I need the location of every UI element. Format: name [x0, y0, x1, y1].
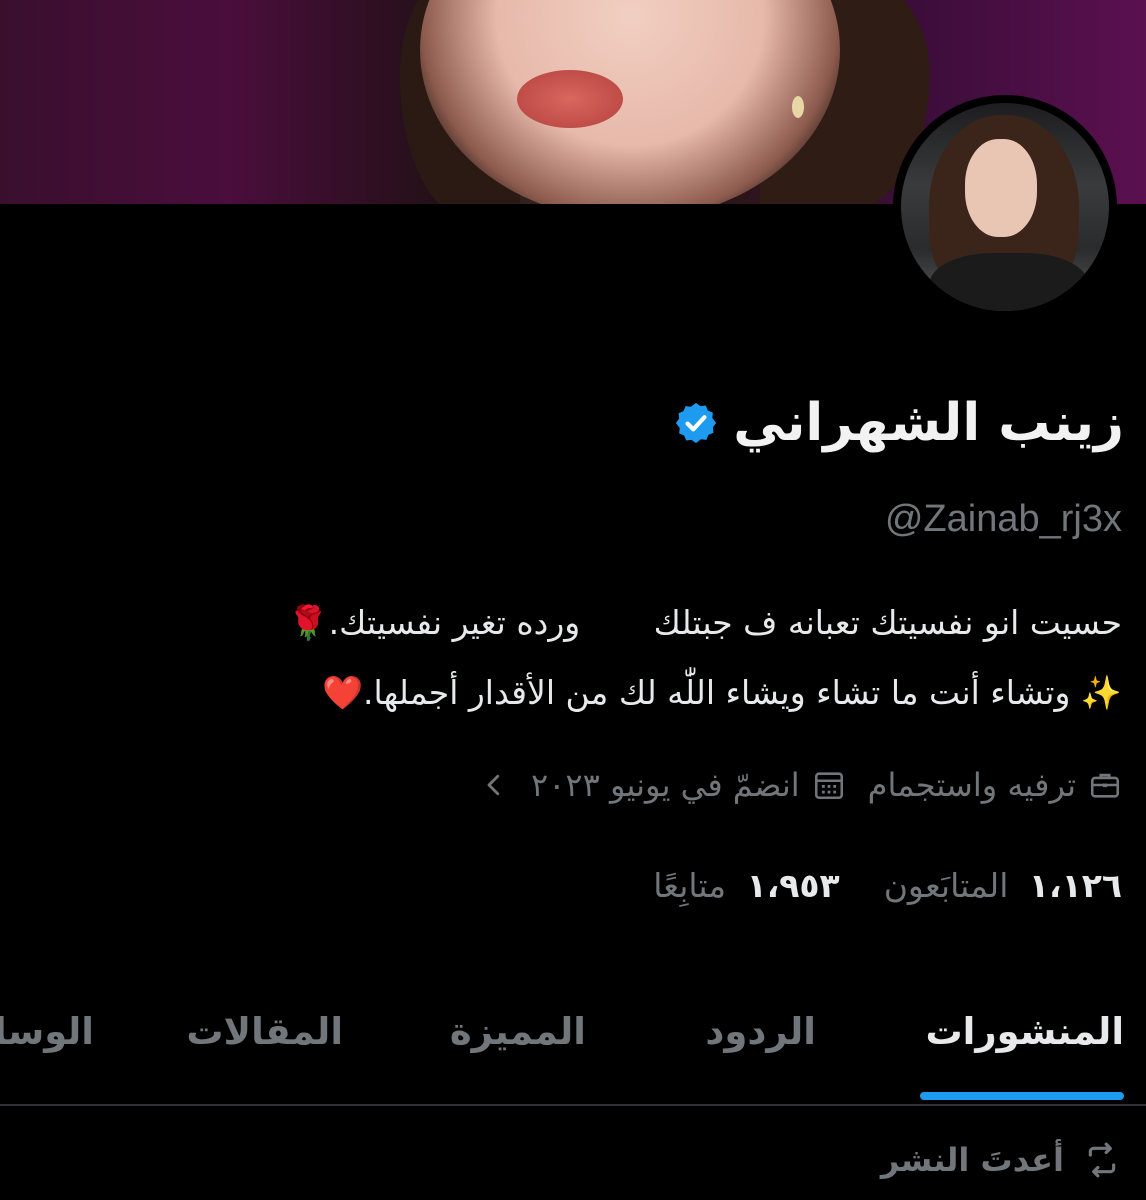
profile-meta: ترفيه واستجمام انضمّ في يونيو ٢٠٢٣ [479, 766, 1122, 804]
followers-link[interactable]: ١،١٢٦ المتابَعون [884, 866, 1122, 905]
follow-stats: ١،١٢٦ المتابَعون ١،٩٥٣ متابِعًا [653, 866, 1122, 905]
banner-earring [792, 96, 804, 118]
repost-context: أعدتَ النشر [881, 1140, 1122, 1180]
joined-item: انضمّ في يونيو ٢٠٢٣ [531, 766, 846, 804]
bio-line-1: حسيت انو نفسيتك تعبانه ف جبتلك ورده تغير… [287, 603, 1122, 642]
category-item: ترفيه واستجمام [868, 766, 1122, 804]
avatar-face [965, 139, 1037, 237]
followers-label: المتابَعون [883, 866, 1009, 905]
name-row: زينب الشهراني [673, 388, 1124, 458]
verified-badge-icon[interactable] [673, 400, 719, 446]
calendar-icon [814, 772, 843, 800]
following-label: متابِعًا [653, 866, 727, 905]
chevron-left-icon[interactable] [479, 768, 509, 802]
tab-articles[interactable]: المقالات [186, 1010, 343, 1053]
tab-replies[interactable]: الردود [705, 1010, 816, 1053]
joined-label: انضمّ في يونيو ٢٠٢٣ [531, 766, 800, 804]
tabs-divider [0, 1104, 1146, 1106]
active-tab-indicator [920, 1092, 1124, 1100]
bio-line-2: ✨ وتشاء أنت ما تشاء ويشاء اللّٰه لك من ا… [321, 673, 1122, 712]
profile-handle: @Zainab_rj3x [884, 498, 1122, 540]
avatar-photo [901, 103, 1109, 311]
following-link[interactable]: ١،٩٥٣ متابِعًا [653, 866, 839, 905]
profile-bio: حسيت انو نفسيتك تعبانه ف جبتلك ورده تغير… [22, 588, 1122, 728]
repost-label: أعدتَ النشر [880, 1141, 1064, 1179]
category-label: ترفيه واستجمام [867, 766, 1076, 804]
briefcase-icon [1090, 773, 1120, 798]
repost-icon [1088, 1142, 1116, 1178]
following-count: ١،٩٥٣ [746, 866, 840, 905]
profile-tabs: المنشورات الردود المميزة المقالات الوسا [0, 992, 1146, 1104]
avatar-body [929, 253, 1089, 311]
tab-media[interactable]: الوسا [0, 1010, 94, 1053]
display-name: زينب الشهراني [733, 393, 1124, 453]
profile-avatar[interactable] [893, 95, 1117, 319]
tab-posts[interactable]: المنشورات [926, 1010, 1125, 1053]
banner-lips [517, 70, 623, 128]
tab-highlights[interactable]: المميزة [450, 1010, 586, 1053]
followers-count: ١،١٢٦ [1028, 866, 1122, 905]
